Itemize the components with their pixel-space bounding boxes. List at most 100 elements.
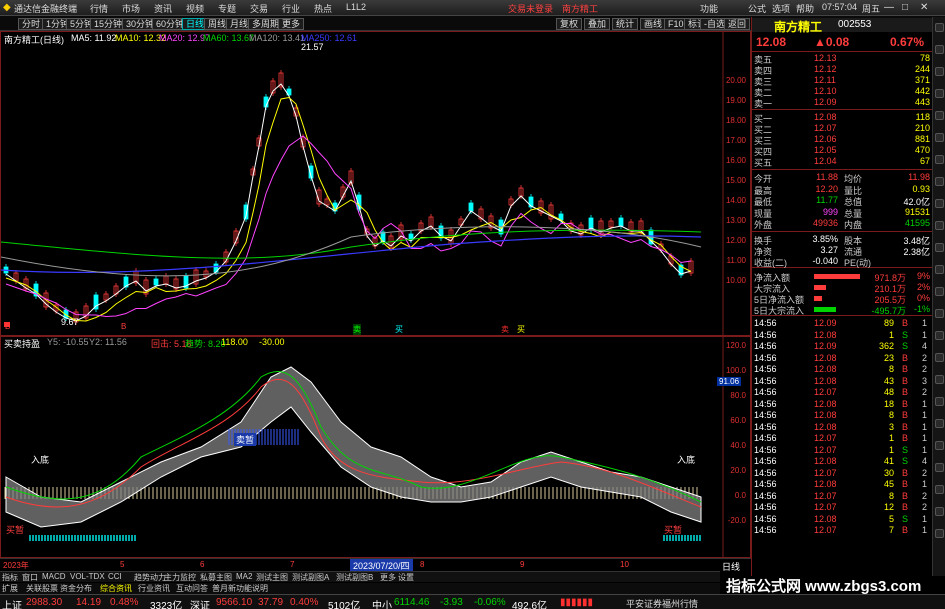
tool-button-1[interactable]: 叠加 xyxy=(584,18,611,30)
extension-tab-5[interactable]: 互动问答 xyxy=(176,583,208,594)
side-tool-icon[interactable] xyxy=(935,397,944,406)
tick-volume: 362 xyxy=(878,341,894,351)
indicator-tab-0[interactable]: 指标 xyxy=(2,572,18,583)
indicator-tab-9[interactable]: 测试主图 xyxy=(256,572,288,583)
trade-status[interactable]: 交易未登录 xyxy=(508,2,553,15)
indicator-tab-1[interactable]: 窗口 xyxy=(22,572,38,583)
ask-row[interactable]: 卖五 12.13 78 xyxy=(752,53,932,65)
tool-button-0[interactable]: 复权 xyxy=(556,18,583,30)
right-menu-4[interactable]: 帮助 xyxy=(796,2,814,15)
extension-tab-0[interactable]: 扩展 xyxy=(2,583,18,594)
indicator-tab-7[interactable]: 私募主图 xyxy=(200,572,232,583)
side-tool-icon[interactable] xyxy=(935,331,944,340)
ask-row[interactable]: 卖四 12.12 244 xyxy=(752,64,932,76)
period-tab-0[interactable]: 分时 xyxy=(18,18,45,30)
ask-row[interactable]: 卖二 12.10 442 xyxy=(752,86,932,98)
side-tool-icon[interactable] xyxy=(935,243,944,252)
menu-6[interactable]: 行业 xyxy=(282,2,300,15)
ask-row[interactable]: 卖一 12.09 443 xyxy=(752,97,932,109)
menu-7[interactable]: 热点 xyxy=(314,2,332,15)
ask-row[interactable]: 卖三 12.11 371 xyxy=(752,75,932,87)
side-tool-icon[interactable] xyxy=(935,45,944,54)
indicator-tab-10[interactable]: 测试副图A xyxy=(292,572,329,583)
side-tool-icon[interactable] xyxy=(935,265,944,274)
bid-row[interactable]: 买四 12.05 470 xyxy=(752,145,932,157)
stat-row: 换手 3.85% 股本 3.48亿 xyxy=(752,234,932,246)
right-menu-0[interactable]: 功能 xyxy=(700,2,718,15)
extension-tab-2[interactable]: 资金分布 xyxy=(60,583,92,594)
side-tool-icon[interactable] xyxy=(935,111,944,120)
indicator-tab-3[interactable]: VOL-TDX xyxy=(70,572,105,581)
bid-row[interactable]: 买三 12.06 881 xyxy=(752,134,932,146)
side-tool-icon[interactable] xyxy=(935,419,944,428)
side-tool-icon[interactable] xyxy=(935,155,944,164)
tick-price: 12.09 xyxy=(814,341,837,351)
menu-0[interactable]: 行情 xyxy=(90,2,108,15)
right-menu-2[interactable]: 公式 xyxy=(748,2,766,15)
indicator-tab-2[interactable]: MACD xyxy=(42,572,66,581)
date-mark: 8 xyxy=(420,560,425,569)
side-tool-icon[interactable] xyxy=(935,199,944,208)
entry-label-left: 入底 xyxy=(31,455,50,465)
right-menu-3[interactable]: 选项 xyxy=(772,2,790,15)
side-tool-icon[interactable] xyxy=(935,309,944,318)
side-tool-icon[interactable] xyxy=(935,67,944,76)
tick-side: B xyxy=(902,479,909,489)
tick-time: 14:56 xyxy=(754,490,777,501)
side-tool-icon[interactable] xyxy=(935,23,944,32)
maximize-icon[interactable]: □ xyxy=(902,2,908,13)
indicator-tab-4[interactable]: CCI xyxy=(108,572,122,581)
menu-5[interactable]: 交易 xyxy=(250,2,268,15)
tick-time: 14:56 xyxy=(754,467,777,478)
extension-tab-3[interactable]: 综合资讯 xyxy=(100,583,132,594)
ask-volume: 443 xyxy=(914,97,930,107)
bid-row[interactable]: 买二 12.07 210 xyxy=(752,123,932,135)
side-tool-icon[interactable] xyxy=(935,221,944,230)
tick-count: 1 xyxy=(922,410,928,420)
indicator-tab-13[interactable]: 设置 xyxy=(398,572,414,583)
extension-tab-4[interactable]: 行业资讯 xyxy=(138,583,170,594)
tick-count: 3 xyxy=(922,375,928,386)
stock-title: 南方精工 xyxy=(562,4,599,14)
menu-3[interactable]: 视频 xyxy=(186,2,204,15)
bid-row[interactable]: 买一 12.08 118 xyxy=(752,112,932,124)
side-tool-icon[interactable] xyxy=(935,133,944,142)
tool-button-7[interactable]: 返回 xyxy=(724,18,751,30)
period-tab-3[interactable]: 15分钟 xyxy=(90,18,127,30)
indicator-tab-5[interactable]: 趋势动力 xyxy=(134,572,166,583)
indicator-tab-11[interactable]: 测试副图B xyxy=(336,572,373,583)
tick-time: 14:56 xyxy=(754,387,777,397)
price-tick: 20.00 xyxy=(725,76,746,85)
tick-time: 14:56 xyxy=(754,479,777,489)
menu-4[interactable]: 专题 xyxy=(218,2,236,15)
sz-index-change: 37.79 xyxy=(258,597,284,608)
minimize-icon[interactable]: — xyxy=(884,2,894,13)
side-tool-icon[interactable] xyxy=(935,287,944,296)
tick-row: 14:56 12.08 41 S 4 xyxy=(752,456,932,467)
main-kline-chart[interactable]: 南方精工(日线) 21.57 9.67 B B 卖 买 卖 买 MA5: 11.… xyxy=(0,31,751,336)
sub-axis-tick: -20.0 xyxy=(727,516,746,525)
side-tool-icon[interactable] xyxy=(935,353,944,362)
sub-indicator-chart[interactable]: 买卖持盈 Y5: -10.55 Y2: 11.56 91.06 入底 入底 卖暂… xyxy=(0,336,751,558)
side-tool-icon[interactable] xyxy=(935,441,944,450)
indicator-tab-6[interactable]: 主力监控 xyxy=(164,572,196,583)
bid-row[interactable]: 买五 12.04 67 xyxy=(752,156,932,168)
menu-8[interactable]: L1L2 xyxy=(346,2,366,12)
tool-button-2[interactable]: 统计 xyxy=(612,18,639,30)
menu-2[interactable]: 资讯 xyxy=(154,2,172,15)
side-tool-icon[interactable] xyxy=(935,375,944,384)
close-icon[interactable]: ✕ xyxy=(920,2,928,13)
side-tool-icon[interactable] xyxy=(935,507,944,516)
extension-tab-1[interactable]: 关联股票 xyxy=(26,583,58,594)
indicator-tab-8[interactable]: MA2 xyxy=(236,572,252,581)
period-tab-10[interactable]: 更多 xyxy=(278,18,305,30)
indicator-tab-12[interactable]: 更多 xyxy=(380,572,396,583)
menu-1[interactable]: 市场 xyxy=(122,2,140,15)
side-tool-icon[interactable] xyxy=(935,89,944,98)
side-tool-icon[interactable] xyxy=(935,177,944,186)
side-tool-icon[interactable] xyxy=(935,529,944,538)
side-tool-icon[interactable] xyxy=(935,463,944,472)
side-tool-icon[interactable] xyxy=(935,485,944,494)
tool-button-3[interactable]: 画线 xyxy=(640,18,667,30)
extension-tab-6[interactable]: 普月新功能说明 xyxy=(212,583,268,594)
